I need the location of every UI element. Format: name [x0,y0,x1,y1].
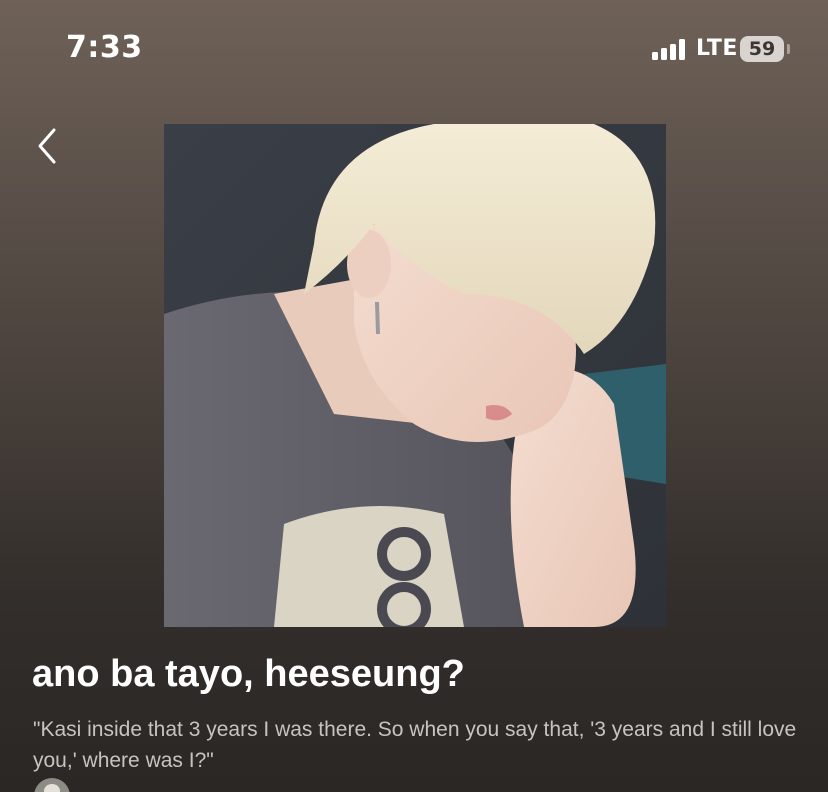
playlist-title: ano ba tayo, heeseung? [32,653,465,695]
cellular-signal-icon [652,38,690,60]
owner-avatar[interactable] [34,778,70,792]
battery-icon: 59 [740,36,784,62]
battery-cap [787,44,790,54]
status-time: 7:33 [66,30,143,65]
status-bar: 7:33 LTE 59 [0,0,828,100]
battery-percentage: 59 [748,38,776,60]
chevron-left-icon [38,128,56,164]
network-type-label: LTE [696,36,738,61]
playlist-description: "Kasi inside that 3 years I was there. S… [33,718,797,772]
playlist-cover-image [164,124,666,627]
back-button[interactable] [28,122,68,170]
